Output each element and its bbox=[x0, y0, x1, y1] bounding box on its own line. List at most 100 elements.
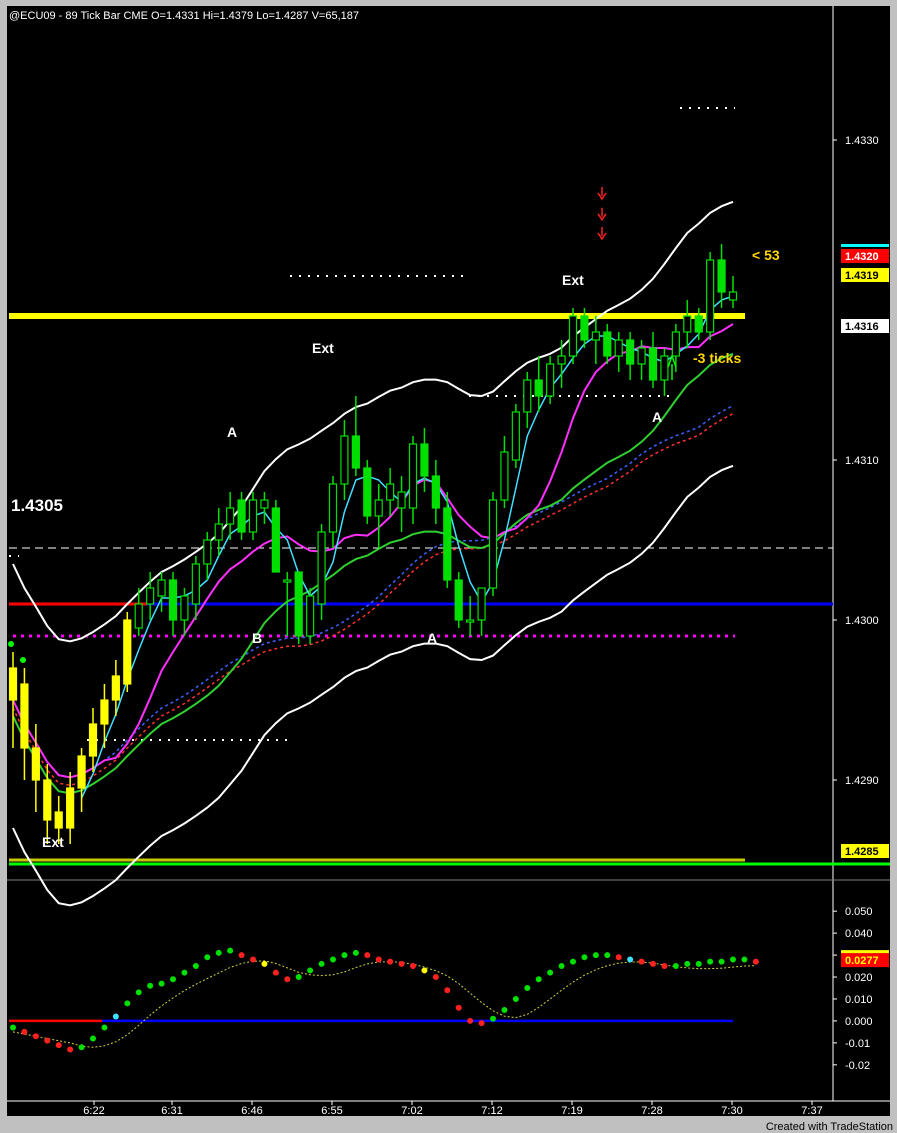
osc-dot bbox=[490, 1015, 496, 1022]
candle-body bbox=[431, 475, 440, 509]
osc-dot bbox=[215, 949, 222, 956]
candle-body bbox=[88, 723, 98, 757]
osc-dot bbox=[21, 1028, 28, 1035]
candle-body bbox=[408, 443, 418, 509]
osc-dot bbox=[124, 1000, 131, 1007]
candle-body bbox=[271, 507, 280, 573]
candle-body bbox=[146, 587, 155, 605]
osc-dot bbox=[570, 958, 576, 965]
time-tick-label: 7:19 bbox=[561, 1105, 582, 1116]
candle-body bbox=[523, 379, 532, 413]
candle-body bbox=[466, 619, 475, 623]
time-tick-label: 7:28 bbox=[641, 1105, 662, 1116]
candle-body bbox=[648, 347, 658, 381]
osc-dot bbox=[192, 963, 199, 970]
magenta-ma bbox=[12, 323, 734, 779]
candle-body bbox=[374, 499, 383, 517]
osc-dot bbox=[455, 1004, 462, 1011]
osc-dot bbox=[261, 960, 268, 967]
annotation-label: A bbox=[227, 424, 237, 440]
candle-body bbox=[340, 435, 349, 485]
candle-body bbox=[386, 483, 395, 501]
annotation-label: Ext bbox=[312, 340, 334, 356]
osc-dot bbox=[147, 982, 154, 989]
osc-dot bbox=[535, 976, 542, 983]
osc-dot bbox=[170, 976, 176, 983]
osc-dot bbox=[181, 969, 188, 976]
price-axis-label: 1.4320 bbox=[845, 251, 879, 263]
price-tick-label: 1.4330 bbox=[845, 135, 879, 147]
candle-body bbox=[603, 331, 612, 357]
candle-body bbox=[77, 755, 86, 789]
osc-dot bbox=[330, 956, 336, 963]
price-axis-label: 1.4319 bbox=[845, 270, 879, 282]
signal-dot bbox=[20, 657, 26, 663]
price-axis-label-accent bbox=[841, 244, 889, 247]
candle-body bbox=[123, 619, 132, 685]
osc-tick-label: 0.020 bbox=[845, 972, 873, 984]
time-tick-label: 7:37 bbox=[801, 1105, 822, 1116]
osc-dot bbox=[250, 956, 256, 963]
footer-credit: Created with TradeStation bbox=[765, 1121, 893, 1133]
upper-band bbox=[12, 200, 734, 643]
osc-dot bbox=[718, 958, 725, 965]
candle-body bbox=[283, 579, 292, 583]
chart-panel: 1.4330 1.4310 1.4300 1.4290 A B Ext A Ext A Ext 1.4… bbox=[7, 6, 890, 1116]
candle-body bbox=[134, 603, 143, 629]
time-tick-label: 6:22 bbox=[83, 1105, 104, 1116]
osc-dot bbox=[135, 989, 142, 996]
osc-dot bbox=[661, 963, 668, 970]
osc-dot bbox=[410, 963, 416, 970]
osc-dot bbox=[352, 949, 359, 956]
annotation-label: -3 ticks bbox=[693, 350, 741, 366]
osc-dot bbox=[672, 963, 679, 970]
osc-dot bbox=[364, 952, 371, 959]
candle-body bbox=[294, 571, 303, 637]
open-label: O=1.4331 bbox=[151, 10, 200, 22]
candle-body bbox=[397, 491, 406, 509]
candle-body bbox=[443, 507, 452, 581]
annotation-label: B bbox=[252, 630, 262, 646]
price-axis-label: 1.4285 bbox=[845, 846, 879, 858]
candle-body bbox=[626, 339, 635, 365]
candle-body bbox=[203, 539, 212, 565]
price-axis-label: 1.4316 bbox=[845, 321, 879, 333]
osc-dot bbox=[112, 1013, 119, 1020]
osc-dot bbox=[752, 958, 759, 965]
osc-dot bbox=[524, 985, 531, 991]
osc-dot bbox=[44, 1037, 51, 1044]
time-tick-label: 7:12 bbox=[481, 1105, 502, 1116]
chart-header: @ECU09 - 89 Tick Bar CME O=1.4331 Hi=1.4… bbox=[9, 10, 359, 22]
candle-body bbox=[671, 331, 680, 357]
candle-body bbox=[66, 787, 75, 829]
price-tick-label: 1.4290 bbox=[845, 775, 879, 787]
osc-dot bbox=[650, 960, 656, 967]
osc-dot bbox=[318, 960, 325, 967]
osc-dot bbox=[581, 954, 588, 961]
price-chart[interactable]: 1.4330 1.4310 1.4300 1.4290 A B Ext A Ext A Ext 1.4… bbox=[7, 6, 890, 1116]
candle-body bbox=[54, 811, 63, 829]
candle-body bbox=[546, 363, 555, 397]
osc-dot bbox=[558, 963, 565, 970]
osc-tick-label: 0.050 bbox=[845, 906, 873, 918]
red-dashed-ma bbox=[12, 412, 734, 787]
osc-dot bbox=[512, 995, 519, 1002]
osc-dot bbox=[10, 1024, 16, 1031]
osc-dot bbox=[204, 954, 211, 961]
candle-body bbox=[717, 259, 726, 293]
candle-body bbox=[111, 675, 120, 701]
candle-body bbox=[683, 315, 692, 333]
candle-body bbox=[694, 315, 703, 333]
osc-dot bbox=[547, 969, 554, 976]
candle-body bbox=[706, 259, 715, 333]
symbol-label: @ECU09 - 89 Tick Bar CME bbox=[9, 10, 148, 22]
annotation-label: A bbox=[652, 409, 662, 425]
candle-body bbox=[260, 499, 269, 509]
candle-body bbox=[237, 499, 246, 533]
osc-dot bbox=[638, 958, 645, 965]
osc-tick-label: 0.000 bbox=[845, 1016, 873, 1028]
osc-dot bbox=[467, 1017, 474, 1024]
candle-body bbox=[180, 595, 189, 621]
osc-dot bbox=[387, 958, 394, 965]
osc-dot bbox=[741, 956, 748, 963]
